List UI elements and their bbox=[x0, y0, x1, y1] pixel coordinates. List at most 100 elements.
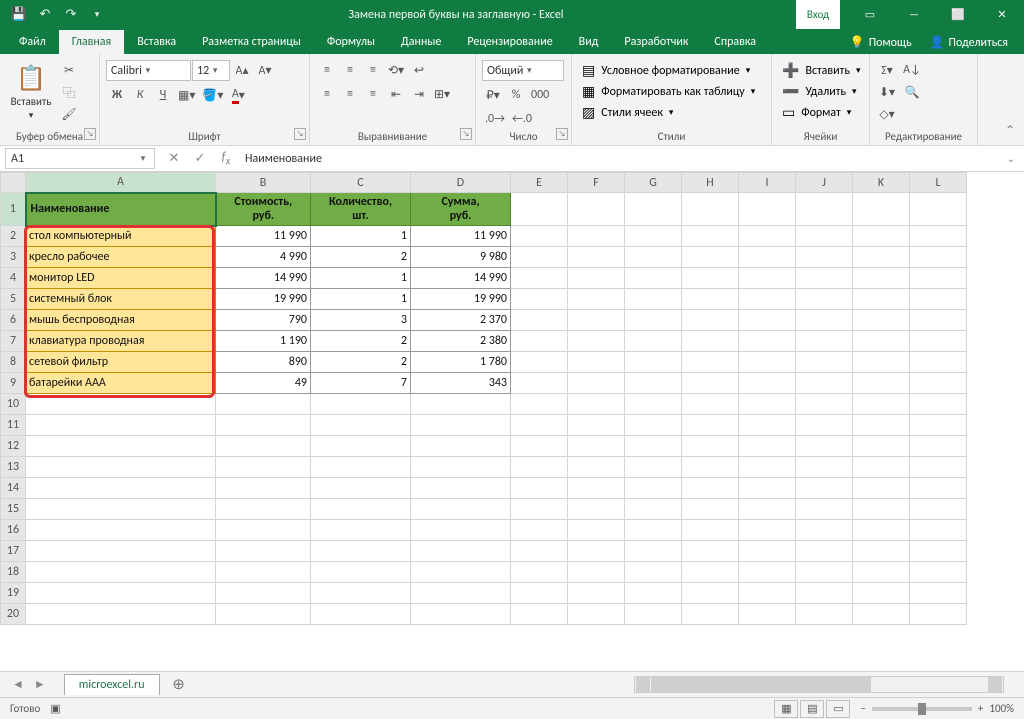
cell[interactable] bbox=[853, 352, 910, 373]
decrease-indent-icon[interactable]: ⇤ bbox=[385, 84, 407, 104]
cell[interactable] bbox=[910, 247, 967, 268]
cell[interactable] bbox=[910, 226, 967, 247]
cell[interactable] bbox=[511, 499, 568, 520]
currency-icon[interactable]: ₽▾ bbox=[482, 85, 504, 105]
cell[interactable] bbox=[796, 268, 853, 289]
cell[interactable] bbox=[796, 457, 853, 478]
cell[interactable] bbox=[26, 499, 216, 520]
col-header[interactable]: C bbox=[311, 173, 411, 193]
cell[interactable] bbox=[625, 415, 682, 436]
cell[interactable] bbox=[796, 331, 853, 352]
table-header-cell[interactable]: Количество,шт. bbox=[311, 193, 411, 226]
cell[interactable] bbox=[311, 457, 411, 478]
cell[interactable] bbox=[853, 247, 910, 268]
macro-record-icon[interactable]: ▣ bbox=[50, 702, 60, 715]
cell[interactable] bbox=[682, 541, 739, 562]
cell-styles-button[interactable]: ▨Стили ячеек▾ bbox=[578, 102, 677, 123]
cell[interactable] bbox=[853, 541, 910, 562]
cell[interactable] bbox=[796, 562, 853, 583]
underline-button[interactable]: Ч bbox=[152, 85, 174, 105]
cell[interactable] bbox=[511, 310, 568, 331]
align-top-icon[interactable]: ≡ bbox=[316, 60, 338, 80]
dialog-launcher-icon[interactable]: ↘ bbox=[460, 128, 472, 140]
cell[interactable]: 1 bbox=[311, 289, 411, 310]
row-header[interactable]: 4 bbox=[1, 268, 26, 289]
normal-view-icon[interactable]: ▦ bbox=[774, 700, 798, 718]
cell[interactable] bbox=[796, 226, 853, 247]
cell[interactable]: 790 bbox=[216, 310, 311, 331]
align-center-icon[interactable]: ≡ bbox=[339, 84, 361, 104]
dialog-launcher-icon[interactable]: ↘ bbox=[84, 128, 96, 140]
row-header[interactable]: 13 bbox=[1, 457, 26, 478]
font-name-combo[interactable]: Calibri▾ bbox=[106, 60, 191, 81]
row-header[interactable]: 6 bbox=[1, 310, 26, 331]
autosum-icon[interactable]: Σ▾ bbox=[876, 60, 898, 80]
cell[interactable] bbox=[311, 394, 411, 415]
cell[interactable] bbox=[625, 247, 682, 268]
cell[interactable]: 1 780 bbox=[411, 352, 511, 373]
cell[interactable] bbox=[625, 436, 682, 457]
row-header[interactable]: 18 bbox=[1, 562, 26, 583]
row-header[interactable]: 9 bbox=[1, 373, 26, 394]
cell[interactable] bbox=[26, 604, 216, 625]
cell[interactable]: стол компьютерный bbox=[26, 226, 216, 247]
cell[interactable] bbox=[910, 457, 967, 478]
chevron-down-icon[interactable]: ▾ bbox=[137, 153, 149, 164]
increase-indent-icon[interactable]: ⇥ bbox=[408, 84, 430, 104]
cell[interactable] bbox=[216, 562, 311, 583]
table-header-cell[interactable]: Наименование bbox=[26, 193, 216, 226]
cell[interactable]: 11 990 bbox=[411, 226, 511, 247]
cell[interactable] bbox=[311, 541, 411, 562]
row-header[interactable]: 2 bbox=[1, 226, 26, 247]
col-header[interactable]: K bbox=[853, 173, 910, 193]
cell[interactable] bbox=[853, 478, 910, 499]
cell[interactable] bbox=[910, 373, 967, 394]
add-sheet-icon[interactable]: ⊕ bbox=[168, 674, 190, 696]
row-header[interactable]: 20 bbox=[1, 604, 26, 625]
sheet-nav[interactable]: ◄► bbox=[0, 675, 58, 694]
col-header[interactable]: J bbox=[796, 173, 853, 193]
tab-developer[interactable]: Разработчик bbox=[611, 30, 701, 54]
cell[interactable] bbox=[853, 331, 910, 352]
cell[interactable] bbox=[511, 373, 568, 394]
cell[interactable] bbox=[739, 436, 796, 457]
align-left-icon[interactable]: ≡ bbox=[316, 84, 338, 104]
cell[interactable] bbox=[511, 520, 568, 541]
cell[interactable] bbox=[910, 352, 967, 373]
paste-button[interactable]: 📋Вставить▾ bbox=[6, 60, 56, 121]
fill-color-icon[interactable]: 🪣▾ bbox=[199, 85, 226, 105]
cell[interactable] bbox=[739, 583, 796, 604]
cell[interactable] bbox=[625, 457, 682, 478]
cell[interactable]: 890 bbox=[216, 352, 311, 373]
cell[interactable] bbox=[568, 352, 625, 373]
italic-button[interactable]: К bbox=[129, 85, 151, 105]
cell[interactable] bbox=[625, 562, 682, 583]
cell[interactable] bbox=[796, 352, 853, 373]
merge-icon[interactable]: ⊞▾ bbox=[431, 84, 453, 104]
number-format-combo[interactable]: Общий▾ bbox=[482, 60, 564, 81]
cell[interactable] bbox=[853, 289, 910, 310]
cell[interactable] bbox=[568, 247, 625, 268]
cell[interactable] bbox=[411, 562, 511, 583]
tab-insert[interactable]: Вставка bbox=[124, 30, 189, 54]
scroll-thumb[interactable] bbox=[651, 677, 871, 692]
page-break-view-icon[interactable]: ▭ bbox=[826, 700, 850, 718]
cell[interactable] bbox=[411, 583, 511, 604]
cell[interactable] bbox=[910, 562, 967, 583]
cell[interactable]: 2 370 bbox=[411, 310, 511, 331]
cell[interactable] bbox=[910, 394, 967, 415]
cell[interactable] bbox=[739, 604, 796, 625]
borders-icon[interactable]: ▦▾ bbox=[175, 85, 198, 105]
cell[interactable] bbox=[568, 478, 625, 499]
cell[interactable]: 2 bbox=[311, 352, 411, 373]
cell[interactable] bbox=[910, 520, 967, 541]
cell[interactable] bbox=[682, 268, 739, 289]
shrink-font-icon[interactable]: A▾ bbox=[254, 61, 276, 81]
login-button[interactable]: Вход bbox=[796, 0, 840, 29]
cell[interactable] bbox=[796, 415, 853, 436]
undo-icon[interactable]: ↶ bbox=[34, 4, 56, 26]
tab-data[interactable]: Данные bbox=[388, 30, 454, 54]
cell[interactable] bbox=[739, 415, 796, 436]
cell[interactable]: 1 bbox=[311, 268, 411, 289]
cell[interactable] bbox=[568, 541, 625, 562]
